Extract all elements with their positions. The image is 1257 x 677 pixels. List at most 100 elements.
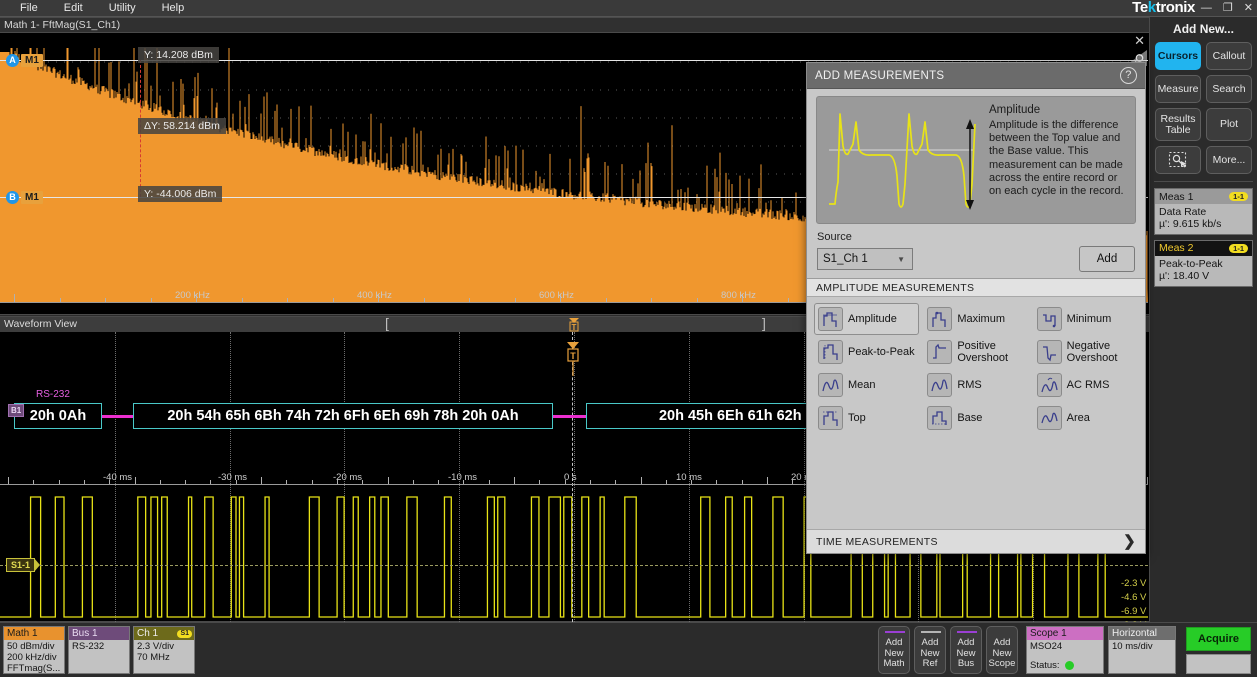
bus-tag-b1[interactable]: B1 bbox=[8, 404, 24, 417]
minimize-icon[interactable]: — bbox=[1201, 3, 1212, 14]
freq-tick bbox=[788, 298, 789, 302]
measurement-button-negative-overshoot[interactable]: Negative Overshoot bbox=[1033, 336, 1138, 368]
time-measurements-label: TIME MEASUREMENTS bbox=[816, 536, 938, 548]
pulse-top-icon bbox=[818, 307, 843, 331]
sidebar-button-results-table[interactable]: Results Table bbox=[1155, 108, 1201, 141]
badge-scope1[interactable]: Scope 1 MSO24 Status: bbox=[1026, 626, 1104, 674]
sidebar-button-measure[interactable]: Measure bbox=[1155, 75, 1201, 103]
badge-bus1[interactable]: Bus 1 RS-232 bbox=[68, 626, 130, 674]
meas1-body: Data Rate µ': 9.615 kb/s bbox=[1155, 204, 1252, 234]
sidebar-button-search[interactable]: Search bbox=[1206, 75, 1252, 103]
badge-math1[interactable]: Math 1 50 dBm/div 200 kHz/div FFTmag(S..… bbox=[3, 626, 65, 674]
source-section: Source S1_Ch 1 ▼ Add bbox=[807, 224, 1145, 278]
add-new-math-button[interactable]: AddNewMath bbox=[878, 626, 910, 674]
menu-item-file[interactable]: File bbox=[14, 0, 44, 16]
chevron-right-icon: ❯ bbox=[1123, 535, 1136, 549]
freq-tick-label-200k: 200 kHz bbox=[175, 290, 210, 301]
sine-acrms-icon bbox=[1037, 373, 1062, 397]
menu-item-utility[interactable]: Utility bbox=[103, 0, 142, 16]
sidebar-button-cursors[interactable]: Cursors bbox=[1155, 42, 1201, 70]
preview-text: Amplitude Amplitude is the difference be… bbox=[983, 104, 1129, 216]
time-tick bbox=[539, 480, 540, 484]
menu-item-help[interactable]: Help bbox=[156, 0, 191, 16]
sidebar-button-plot[interactable]: Plot bbox=[1206, 108, 1252, 141]
help-icon[interactable]: ? bbox=[1120, 67, 1137, 84]
measurement-button-top[interactable]: Top bbox=[814, 402, 919, 434]
freq-tick bbox=[287, 298, 288, 302]
add-new-bus-label: AddNewBus bbox=[951, 638, 981, 670]
channel-badge-s1[interactable]: S1-1 bbox=[6, 558, 35, 572]
meas1-value: µ': 9.615 kb/s bbox=[1159, 218, 1248, 230]
tektronix-logo: Tektronix bbox=[1132, 0, 1195, 17]
badge-bus1-title: Bus 1 bbox=[69, 627, 129, 640]
menu-item-edit[interactable]: Edit bbox=[58, 0, 89, 16]
acquire-secondary-field[interactable] bbox=[1186, 654, 1251, 674]
sidebar-divider bbox=[1154, 181, 1253, 182]
sidebar-button-more[interactable]: More... bbox=[1206, 146, 1252, 174]
scope1-status-indicator bbox=[1065, 661, 1074, 670]
scope1-status-label: Status: bbox=[1030, 660, 1060, 671]
bus-packet-2[interactable]: 20h 54h 65h 6Bh 74h 72h 6Fh 6Eh 69h 78h … bbox=[133, 403, 553, 429]
add-new-ref-button[interactable]: AddNewRef bbox=[914, 626, 946, 674]
measurement-button-label: RMS bbox=[957, 379, 981, 391]
measurement-button-minimum[interactable]: Minimum bbox=[1033, 303, 1138, 335]
measurement-button-positive-overshoot[interactable]: Positive Overshoot bbox=[923, 336, 1028, 368]
meas2-type: Peak-to-Peak bbox=[1159, 258, 1248, 270]
measurement-button-area[interactable]: Area bbox=[1033, 402, 1138, 434]
measurement-button-mean[interactable]: Mean bbox=[814, 369, 919, 401]
measurement-button-peak-to-peak[interactable]: Peak-to-Peak bbox=[814, 336, 919, 368]
time-tick bbox=[261, 477, 262, 484]
measurement-button-rms[interactable]: RMS bbox=[923, 369, 1028, 401]
measurement-badge-meas1[interactable]: Meas 1 1-1 Data Rate µ': 9.615 kb/s bbox=[1154, 188, 1253, 235]
bottom-settings-bar: Math 1 50 dBm/div 200 kHz/div FFTmag(S..… bbox=[0, 622, 1257, 677]
trigger-marker[interactable]: T bbox=[566, 342, 580, 380]
time-tick bbox=[135, 477, 136, 484]
measurement-badge-meas2[interactable]: Meas 2 1-1 Peak-to-Peak µ': 18.40 V bbox=[1154, 240, 1253, 287]
time-tick-label--20ms: -20 ms bbox=[333, 472, 362, 483]
time-tick-label-0s: 0 s bbox=[564, 472, 577, 483]
badge-ch1-body: 2.3 V/div 70 MHz bbox=[134, 640, 194, 673]
measurement-button-ac-rms[interactable]: AC RMS bbox=[1033, 369, 1138, 401]
measurement-button-maximum[interactable]: Maximum bbox=[923, 303, 1028, 335]
measurement-button-amplitude[interactable]: Amplitude bbox=[814, 303, 919, 335]
oscilloscope-app: File Edit Utility Help Tektronix — ❐ ✕ M… bbox=[0, 0, 1257, 677]
measurement-grid: AmplitudeMaximumMinimum Peak-to-PeakPosit… bbox=[807, 297, 1145, 529]
time-tick bbox=[742, 480, 743, 484]
meas2-header: Meas 2 1-1 bbox=[1155, 241, 1252, 256]
source-select[interactable]: S1_Ch 1 ▼ bbox=[817, 248, 913, 270]
neg-overshoot-icon bbox=[1037, 340, 1062, 364]
close-icon[interactable]: ✕ bbox=[1244, 3, 1253, 14]
cursor-b-badge[interactable]: B M1 bbox=[6, 191, 43, 204]
sidebar-button-search-selection[interactable] bbox=[1155, 146, 1201, 174]
badge-ch1[interactable]: Ch 1 S1 2.3 V/div 70 MHz bbox=[133, 626, 195, 674]
sidebar-button-callout[interactable]: Callout bbox=[1206, 42, 1252, 70]
sine-rms-icon bbox=[927, 373, 952, 397]
add-new-bus-button[interactable]: AddNewBus bbox=[950, 626, 982, 674]
time-tick-label-10ms: 10 ms bbox=[676, 472, 702, 483]
time-tick bbox=[84, 480, 85, 484]
freq-tick bbox=[606, 298, 607, 302]
measurement-button-base[interactable]: Base bbox=[923, 402, 1028, 434]
restore-icon[interactable]: ❐ bbox=[1223, 3, 1233, 14]
add-new-scope-button[interactable]: AddNewScope bbox=[986, 626, 1018, 674]
acquire-button[interactable]: Acquire bbox=[1186, 627, 1251, 651]
freq-tick-label-800k: 800 kHz bbox=[721, 290, 756, 301]
voltage-label-4: -9.2 V bbox=[1121, 620, 1146, 622]
time-tick-label--10ms: -10 ms bbox=[448, 472, 477, 483]
time-tick bbox=[59, 480, 60, 484]
cursor-a-badge[interactable]: A M1 bbox=[6, 54, 43, 67]
time-tick bbox=[413, 480, 414, 484]
add-button[interactable]: Add bbox=[1079, 246, 1135, 272]
dialog-title: ADD MEASUREMENTS bbox=[815, 70, 944, 82]
measurement-button-label: Top bbox=[848, 412, 866, 424]
badge-horizontal[interactable]: Horizontal 10 ms/div bbox=[1108, 626, 1176, 674]
time-measurements-section[interactable]: TIME MEASUREMENTS ❯ bbox=[807, 529, 1145, 553]
add-new-ref-label: AddNewRef bbox=[915, 638, 945, 670]
time-tick bbox=[590, 480, 591, 484]
bus-packet-1[interactable]: 20h 0Ah bbox=[14, 403, 102, 429]
scope1-title: Scope 1 bbox=[1027, 627, 1103, 640]
time-tick bbox=[489, 480, 490, 484]
freq-tick-label-400k: 400 kHz bbox=[357, 290, 392, 301]
voltage-label-1: -2.3 V bbox=[1121, 578, 1146, 589]
time-tick bbox=[716, 480, 717, 484]
